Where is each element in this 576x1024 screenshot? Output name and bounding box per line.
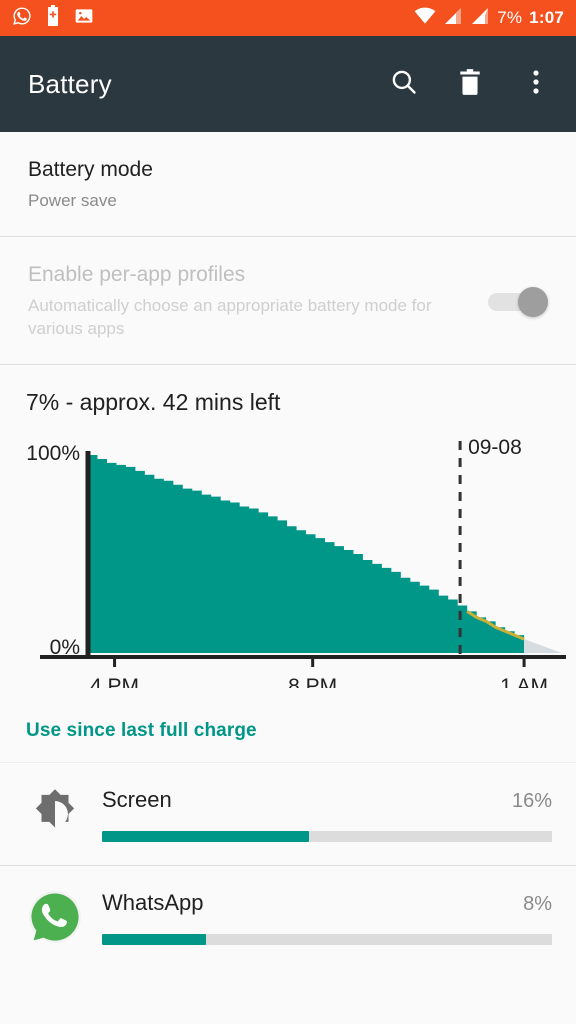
x-tick-label: 4 PM: [90, 675, 139, 688]
trash-icon: [457, 68, 483, 101]
signal-bars-icon: [470, 7, 490, 30]
overflow-menu-button[interactable]: [516, 64, 556, 104]
projection-area: [524, 639, 562, 653]
toggle-knob: [518, 286, 548, 317]
status-bar-right-icons: 7% 1:07: [414, 7, 564, 30]
usage-name: Screen: [102, 786, 172, 812]
battery-chart-block: 7% - approx. 42 mins left 100% 0% 4 PM 8 PM…: [0, 365, 576, 694]
usage-name: WhatsApp: [102, 889, 204, 915]
battery-history-chart: 100% 0% 4 PM 8 PM 1 AM 09-08: [0, 433, 576, 688]
setting-row-battery-mode[interactable]: Battery mode Power save: [0, 132, 576, 236]
y-tick-label: 100%: [26, 442, 80, 465]
usage-row-screen[interactable]: Screen 16%: [0, 763, 576, 865]
y-tick-label: 0%: [50, 636, 80, 659]
whatsapp-icon: [12, 6, 32, 31]
overflow-menu-icon: [532, 67, 540, 102]
status-battery-percent: 7%: [497, 8, 523, 27]
search-button[interactable]: [384, 64, 424, 104]
per-app-profiles-description: Automatically choose an appropriate batt…: [28, 296, 432, 338]
usage-section-header: Use since last full charge: [26, 719, 257, 741]
battery-level-area: [88, 454, 525, 653]
battery-chart-svg: 100% 0% 4 PM 8 PM 1 AM 09-08: [26, 436, 566, 688]
date-marker-label: 09-08: [468, 436, 522, 459]
usage-percent: 8%: [523, 892, 552, 915]
signal-bars-icon: [443, 7, 463, 30]
usage-progress-track: [102, 830, 552, 842]
battery-mode-title: Battery mode: [28, 158, 153, 181]
per-app-profiles-texts: Enable per-app profiles Automatically ch…: [28, 263, 472, 340]
usage-body-whatsapp: WhatsApp 8%: [102, 886, 552, 945]
usage-progress-track: [102, 933, 552, 945]
battery-plus-icon: [46, 5, 60, 31]
search-icon: [389, 67, 419, 102]
usage-row-whatsapp[interactable]: WhatsApp 8%: [0, 866, 576, 968]
battery-status-headline: 7% - approx. 42 mins left: [26, 389, 281, 416]
x-tick-label: 1 AM: [500, 675, 548, 688]
app-bar-actions: [384, 64, 556, 104]
usage-body-screen: Screen 16%: [102, 783, 552, 842]
whatsapp-icon: [26, 888, 84, 946]
status-bar-left-icons: [12, 5, 94, 31]
battery-mode-texts: Battery mode Power save: [28, 158, 548, 212]
brightness-icon: [26, 785, 84, 843]
x-tick-label: 8 PM: [288, 675, 337, 688]
status-clock: 1:07: [529, 8, 564, 27]
app-bar: Battery: [0, 36, 576, 132]
wifi-icon: [414, 7, 436, 30]
usage-percent: 16%: [511, 789, 552, 812]
per-app-profiles-title: Enable per-app profiles: [28, 263, 246, 287]
photo-icon: [74, 6, 94, 31]
usage-progress-fill: [102, 933, 206, 945]
per-app-profiles-toggle[interactable]: [488, 286, 548, 317]
page-title: Battery: [28, 68, 112, 99]
usage-top-whatsapp: WhatsApp 8%: [102, 890, 552, 916]
delete-button[interactable]: [450, 64, 490, 104]
battery-mode-value: Power save: [28, 190, 117, 210]
usage-progress-fill: [102, 830, 309, 842]
status-bar: 7% 1:07: [0, 0, 576, 36]
usage-top-screen: Screen 16%: [102, 787, 552, 813]
setting-row-per-app-profiles[interactable]: Enable per-app profiles Automatically ch…: [0, 237, 576, 364]
